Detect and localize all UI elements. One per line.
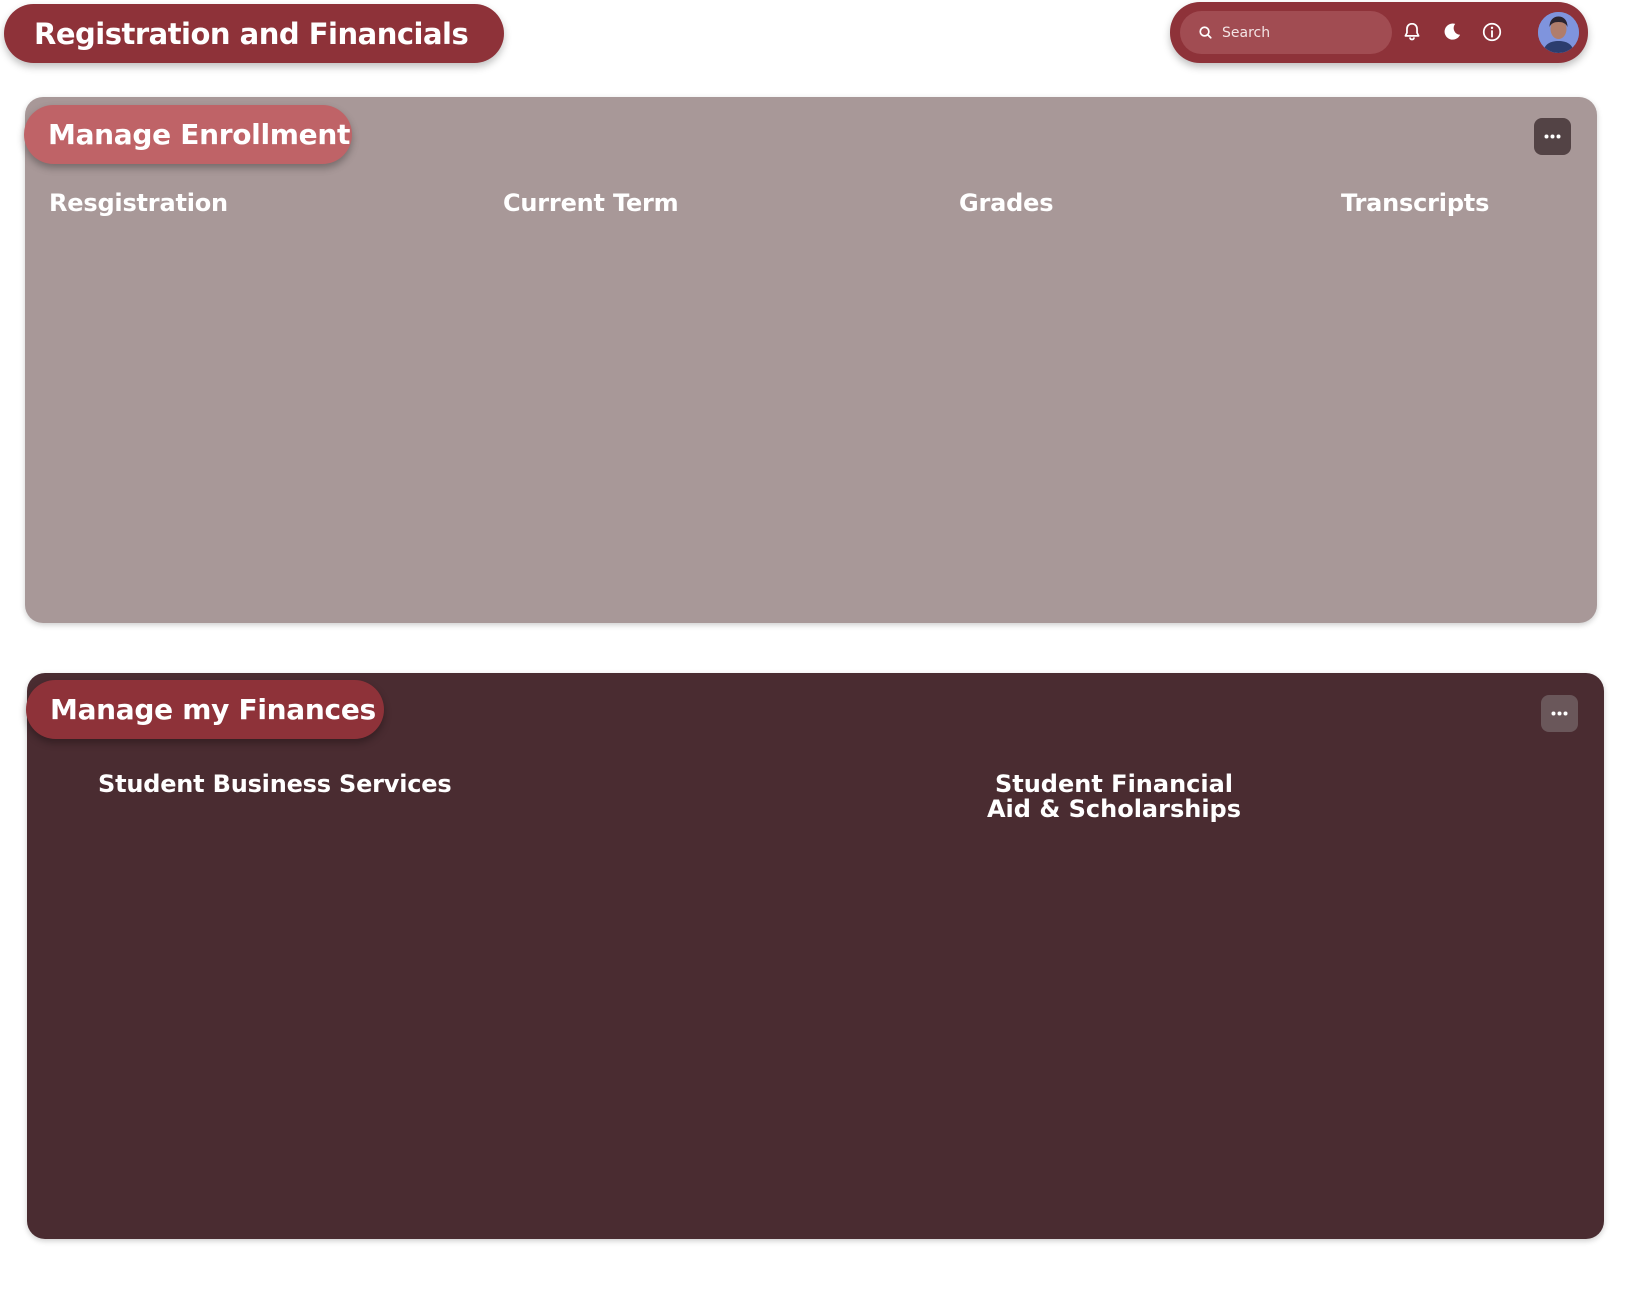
manage-finances-title: Manage my Finances bbox=[50, 693, 376, 726]
financial-aid-label-line2: Aid & Scholarships bbox=[986, 795, 1242, 823]
manage-finances-header: Manage my Finances bbox=[26, 680, 384, 739]
finances-more-button[interactable] bbox=[1541, 695, 1578, 732]
financial-aid-label-line1: Student Financial bbox=[994, 770, 1234, 798]
moon-icon[interactable] bbox=[1440, 20, 1464, 44]
manage-enrollment-card: Manage Enrollment Resgistration Current … bbox=[24, 97, 1597, 623]
manage-enrollment-header: Manage Enrollment bbox=[24, 105, 352, 164]
top-bar bbox=[1170, 2, 1588, 63]
section-transcripts[interactable]: Transcripts bbox=[1341, 189, 1489, 217]
bell-icon[interactable] bbox=[1400, 20, 1424, 44]
search-icon bbox=[1199, 26, 1212, 39]
avatar[interactable] bbox=[1538, 12, 1579, 53]
section-financial-aid-scholarships[interactable]: Student Financial Aid & Scholarships bbox=[984, 772, 1244, 822]
info-icon[interactable] bbox=[1480, 20, 1504, 44]
search-box[interactable] bbox=[1180, 11, 1392, 54]
enrollment-more-button[interactable] bbox=[1534, 118, 1571, 155]
section-current-term[interactable]: Current Term bbox=[503, 189, 679, 217]
manage-enrollment-title: Manage Enrollment bbox=[48, 118, 351, 151]
more-horizontal-icon bbox=[1551, 711, 1568, 716]
section-grades[interactable]: Grades bbox=[959, 189, 1053, 217]
section-student-business-services[interactable]: Student Business Services bbox=[98, 770, 452, 798]
section-registration[interactable]: Resgistration bbox=[49, 189, 228, 217]
page-title: Registration and Financials bbox=[34, 16, 469, 51]
more-horizontal-icon bbox=[1544, 134, 1561, 139]
page-title-pill: Registration and Financials bbox=[4, 4, 504, 63]
manage-finances-card: Manage my Finances Student Business Serv… bbox=[26, 673, 1604, 1239]
search-input[interactable] bbox=[1222, 24, 1382, 41]
